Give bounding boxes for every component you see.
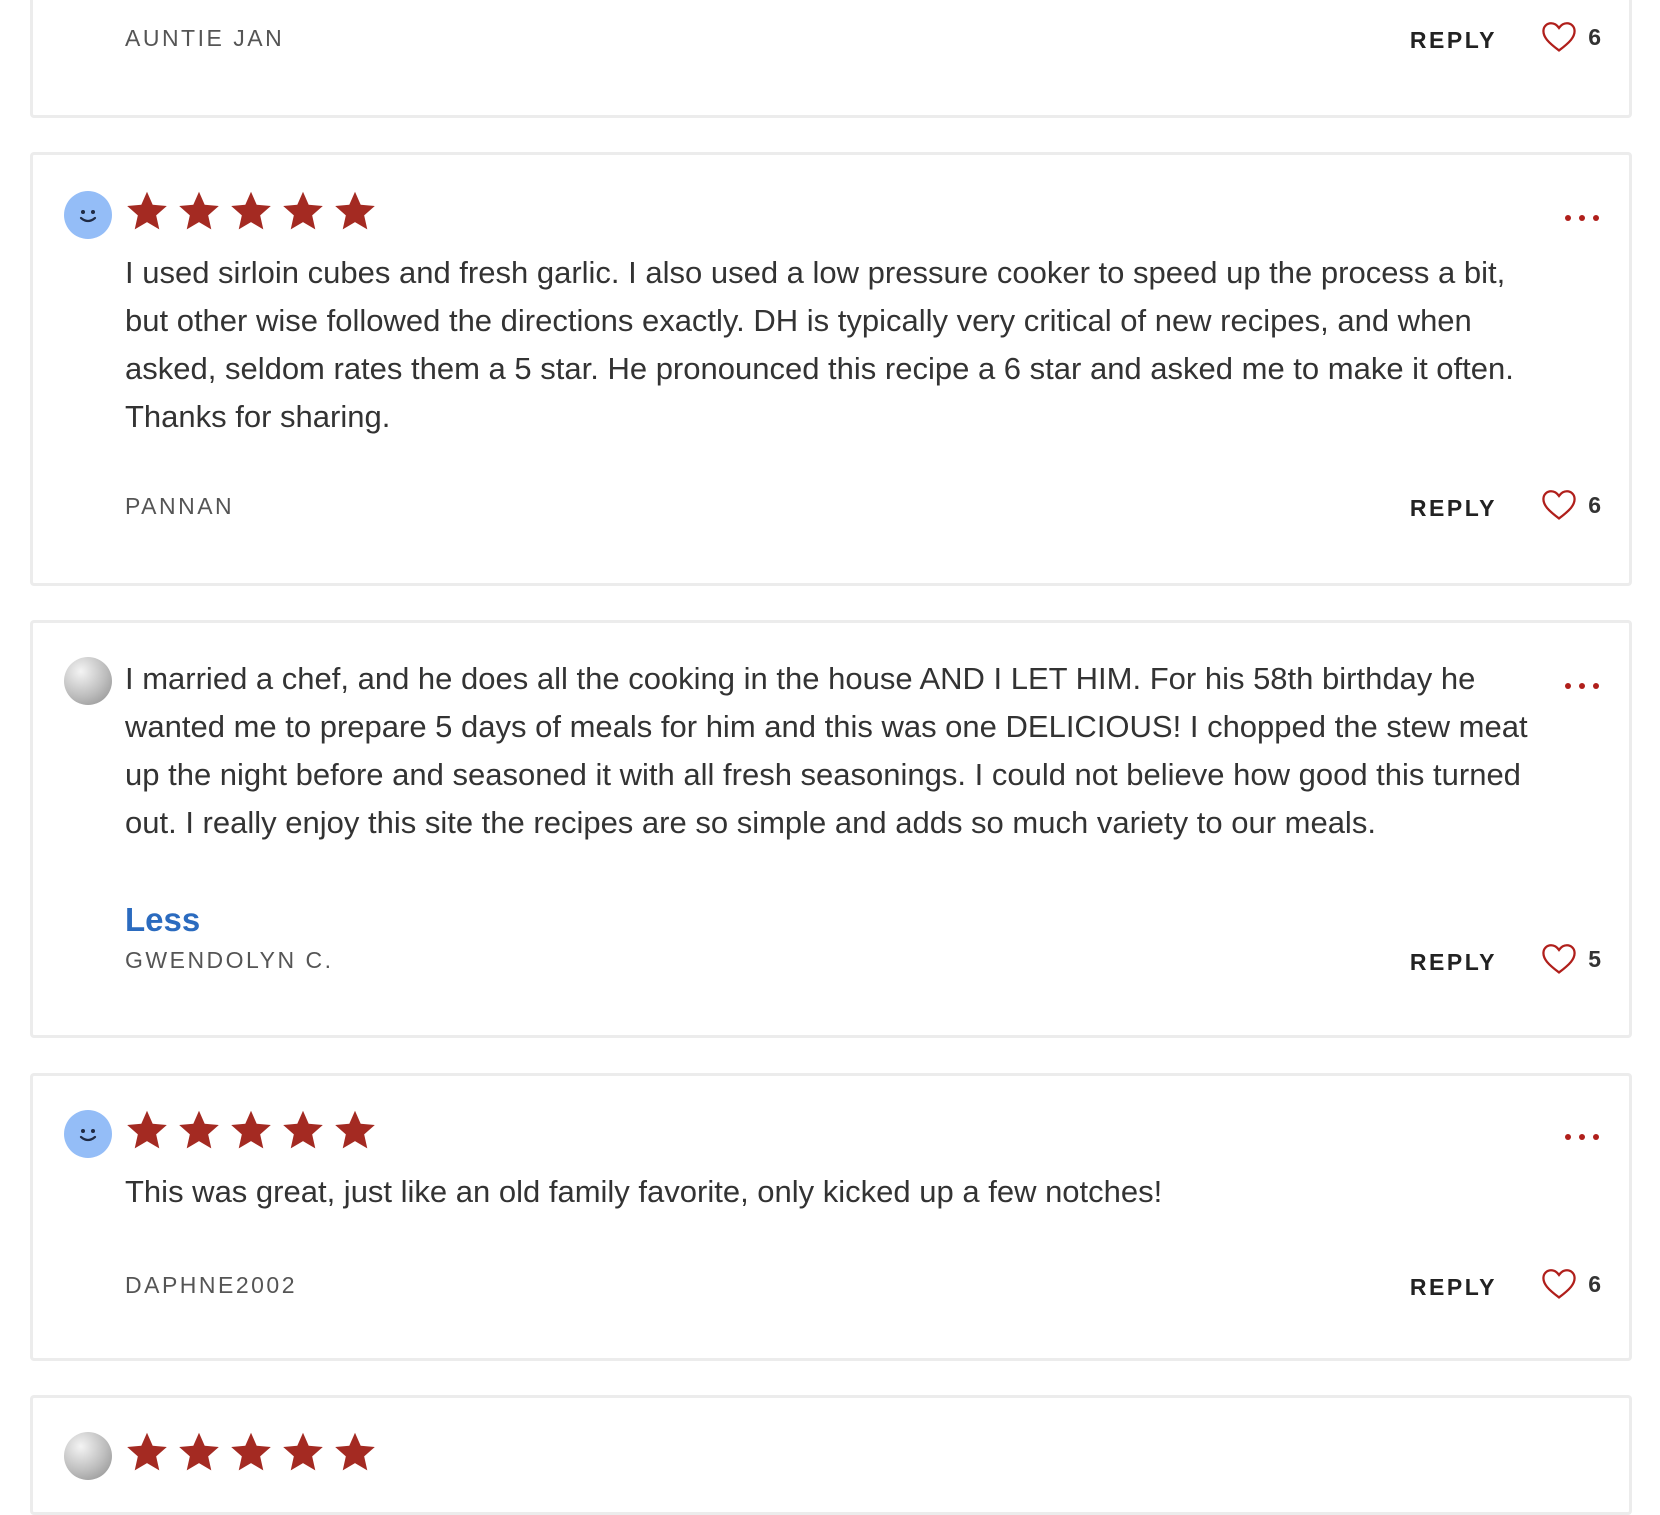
- smiley-icon: [79, 210, 97, 223]
- review-text: I married a chef, and he does all the co…: [125, 661, 1528, 840]
- review-author[interactable]: PANNAN: [125, 493, 234, 520]
- more-options-icon[interactable]: [1565, 1134, 1599, 1144]
- reply-button[interactable]: REPLY: [1410, 1274, 1497, 1301]
- heart-icon[interactable]: [1542, 943, 1576, 975]
- review-text: This was great, just like an old family …: [125, 1174, 1163, 1209]
- reply-button[interactable]: REPLY: [1410, 495, 1497, 522]
- like-count: 5: [1588, 945, 1601, 972]
- heart-icon[interactable]: [1542, 489, 1576, 521]
- star-icon: [283, 191, 323, 230]
- less-link[interactable]: Less: [125, 901, 200, 939]
- review-card: This was great, just like an old family …: [30, 1073, 1632, 1361]
- star-rating: [125, 189, 377, 233]
- review-author[interactable]: GWENDOLYN C.: [125, 947, 333, 974]
- star-icon: [179, 1110, 219, 1149]
- star-rating: [125, 1108, 377, 1152]
- review-text: I used sirloin cubes and fresh garlic. I…: [125, 255, 1514, 434]
- heart-icon[interactable]: [1542, 21, 1576, 53]
- smiley-icon: [79, 1129, 97, 1142]
- star-icon: [335, 1110, 375, 1149]
- review-author[interactable]: DAPHNE2002: [125, 1272, 297, 1299]
- reply-button[interactable]: REPLY: [1410, 27, 1497, 54]
- like-button[interactable]: 6: [1542, 489, 1601, 521]
- avatar[interactable]: [64, 1110, 112, 1158]
- like-count: 6: [1588, 23, 1601, 50]
- star-icon: [335, 1432, 375, 1471]
- star-icon: [335, 191, 375, 230]
- star-icon: [127, 1110, 167, 1149]
- avatar[interactable]: [64, 1432, 112, 1480]
- review-author[interactable]: AUNTIE JAN: [125, 25, 284, 52]
- like-button[interactable]: 6: [1542, 21, 1601, 53]
- star-icon: [179, 1432, 219, 1471]
- review-card: I married a chef, and he does all the co…: [30, 620, 1632, 1038]
- star-icon: [283, 1432, 323, 1471]
- reply-button[interactable]: REPLY: [1410, 949, 1497, 976]
- review-card: [30, 1395, 1632, 1515]
- review-card: AUNTIE JAN REPLY 6: [30, 0, 1632, 118]
- more-options-icon[interactable]: [1565, 683, 1599, 693]
- like-count: 6: [1588, 491, 1601, 518]
- star-icon: [231, 1432, 271, 1471]
- like-count: 6: [1588, 1270, 1601, 1297]
- star-icon: [179, 191, 219, 230]
- star-icon: [127, 191, 167, 230]
- avatar[interactable]: [64, 657, 112, 705]
- star-icon: [127, 1432, 167, 1471]
- star-icon: [283, 1110, 323, 1149]
- heart-icon[interactable]: [1542, 1268, 1576, 1300]
- like-button[interactable]: 6: [1542, 1268, 1601, 1300]
- review-card: I used sirloin cubes and fresh garlic. I…: [30, 152, 1632, 586]
- avatar[interactable]: [64, 191, 112, 239]
- more-options-icon[interactable]: [1565, 215, 1599, 225]
- like-button[interactable]: 5: [1542, 943, 1601, 975]
- star-icon: [231, 191, 271, 230]
- star-rating: [125, 1430, 377, 1474]
- star-icon: [231, 1110, 271, 1149]
